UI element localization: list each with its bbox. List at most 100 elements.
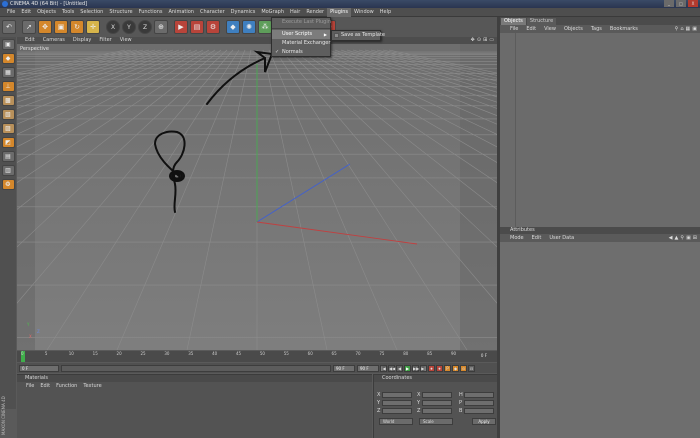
move-view-icon[interactable]: ✥ bbox=[471, 37, 475, 44]
menu-item-save-as-template[interactable]: Save as Template bbox=[332, 31, 385, 40]
objects-menu-view[interactable]: View bbox=[540, 26, 560, 32]
coordinate-system-icon[interactable]: ⊕ bbox=[154, 20, 168, 34]
key-scale-button[interactable]: ⊙ bbox=[460, 364, 467, 372]
rot-b-field[interactable] bbox=[464, 408, 494, 414]
rotate-icon[interactable]: ↻ bbox=[70, 20, 84, 34]
go-to-end-button[interactable]: ▶| bbox=[420, 364, 427, 372]
objects-menu-bookmarks[interactable]: Bookmarks bbox=[606, 26, 642, 32]
render-settings-icon[interactable]: ⚙ bbox=[206, 20, 220, 34]
preview-range-slider[interactable] bbox=[61, 364, 331, 372]
menu-item-material-exchanger[interactable]: Material Exchanger bbox=[272, 39, 330, 48]
coordinate-mode-select[interactable]: World bbox=[379, 418, 413, 425]
maximize-button[interactable]: □ bbox=[676, 0, 686, 7]
search-icon[interactable]: ⚲ bbox=[680, 234, 684, 242]
viewport-menu-edit[interactable]: Edit bbox=[21, 37, 39, 44]
key-rotation-button[interactable]: ◆ bbox=[452, 364, 459, 372]
viewport-menu-cameras[interactable]: Cameras bbox=[39, 37, 69, 44]
timeline-layout-button[interactable]: ⊟ bbox=[468, 364, 475, 372]
menu-item-execute-last-plugin[interactable]: Execute Last Plugin bbox=[272, 18, 331, 27]
previous-frame-button[interactable]: ◀ bbox=[396, 364, 403, 372]
menu-window[interactable]: Window bbox=[351, 8, 377, 17]
array-icon[interactable]: ⁂ bbox=[258, 20, 272, 34]
add-icon[interactable]: ⊞ bbox=[693, 234, 697, 242]
lock-icon[interactable]: ▣ bbox=[686, 234, 691, 242]
rotate-view-icon[interactable]: ⊞ bbox=[483, 37, 487, 44]
viewport-menu-filter[interactable]: Filter bbox=[95, 37, 115, 44]
enable-axis-icon[interactable]: ◩ bbox=[1, 137, 15, 148]
end-frame-field-2[interactable]: 90 F bbox=[357, 364, 379, 372]
subdivision-icon[interactable]: ✺ bbox=[242, 20, 256, 34]
lock-icon[interactable]: ▣ bbox=[692, 25, 697, 33]
select-icon[interactable]: ➚ bbox=[22, 20, 36, 34]
home-icon[interactable]: ⌂ bbox=[680, 25, 683, 33]
play-button[interactable]: ▶ bbox=[404, 364, 411, 372]
menu-mograph[interactable]: MoGraph bbox=[258, 8, 287, 17]
objects-menu-file[interactable]: File bbox=[506, 26, 522, 32]
object-list[interactable] bbox=[500, 33, 700, 227]
menu-help[interactable]: Help bbox=[377, 8, 394, 17]
tweak-mode-icon[interactable]: ▤ bbox=[1, 151, 15, 162]
rot-h-field[interactable] bbox=[464, 392, 494, 398]
start-frame-field[interactable]: 0 F bbox=[19, 364, 59, 372]
objects-menu-edit[interactable]: Edit bbox=[522, 26, 540, 32]
menu-dynamics[interactable]: Dynamics bbox=[228, 8, 259, 17]
object-axis-icon[interactable]: ⊥ bbox=[1, 81, 15, 92]
polygons-mode-icon[interactable]: ▨ bbox=[1, 123, 15, 134]
end-frame-field[interactable]: 90 F bbox=[333, 364, 355, 372]
record-button[interactable]: ⏺ bbox=[428, 364, 435, 372]
key-position-button[interactable]: P bbox=[444, 364, 451, 372]
snap-icon[interactable]: ▥ bbox=[1, 165, 15, 176]
materials-menu-file[interactable]: File bbox=[23, 383, 37, 389]
close-button[interactable]: X bbox=[688, 0, 698, 7]
tab-objects[interactable]: Objects bbox=[501, 18, 526, 25]
toggle-view-icon[interactable]: ▭ bbox=[489, 37, 494, 44]
workplane-icon[interactable]: ❂ bbox=[1, 179, 15, 190]
scale-icon[interactable]: ▣ bbox=[54, 20, 68, 34]
x-axis-icon[interactable]: X bbox=[106, 20, 120, 34]
size-x-field[interactable] bbox=[422, 392, 452, 398]
materials-menu-texture[interactable]: Texture bbox=[80, 383, 104, 389]
menu-edit[interactable]: Edit bbox=[18, 8, 34, 17]
attributes-menu-mode[interactable]: Mode bbox=[506, 235, 528, 241]
viewport-menu-view[interactable]: View bbox=[116, 37, 136, 44]
z-axis-icon[interactable]: Z bbox=[138, 20, 152, 34]
menu-character[interactable]: Character bbox=[197, 8, 228, 17]
attributes-menu-edit[interactable]: Edit bbox=[528, 235, 546, 241]
menu-plugins[interactable]: Plugins bbox=[327, 7, 352, 17]
size-z-field[interactable] bbox=[422, 408, 452, 414]
undo-icon[interactable]: ↶ bbox=[2, 20, 16, 34]
menu-item-user-scripts[interactable]: User Scripts ▶ bbox=[272, 30, 330, 39]
menu-animation[interactable]: Animation bbox=[165, 8, 197, 17]
search-icon[interactable]: ⚲ bbox=[675, 25, 679, 33]
size-y-field[interactable] bbox=[422, 400, 452, 406]
menu-functions[interactable]: Functions bbox=[136, 8, 166, 17]
perspective-viewport[interactable]: Y Z X Perspective bbox=[17, 44, 497, 350]
menu-hair[interactable]: Hair bbox=[287, 8, 303, 17]
menu-tools[interactable]: Tools bbox=[59, 8, 77, 17]
previous-key-button[interactable]: ◀◀ bbox=[388, 364, 395, 372]
pos-x-field[interactable] bbox=[382, 392, 412, 398]
apply-button[interactable]: Apply bbox=[472, 418, 496, 425]
y-axis-icon[interactable]: Y bbox=[122, 20, 136, 34]
menu-structure[interactable]: Structure bbox=[106, 8, 135, 17]
materials-menu-function[interactable]: Function bbox=[53, 383, 80, 389]
objects-menu-objects[interactable]: Objects bbox=[560, 26, 587, 32]
timeline-ruler[interactable]: 0 5 10 15 20 25 30 35 40 45 50 55 60 65 70 75 80 85 90 0 F bbox=[17, 351, 497, 362]
menu-item-normals[interactable]: ✓ Normals bbox=[272, 48, 330, 57]
texture-mode-icon[interactable]: ▦ bbox=[1, 67, 15, 78]
render-view-icon[interactable]: ▶ bbox=[174, 20, 188, 34]
menu-render[interactable]: Render bbox=[303, 8, 327, 17]
autokey-button[interactable]: ⏺ bbox=[436, 364, 443, 372]
move-icon[interactable]: ✥ bbox=[38, 20, 52, 34]
points-mode-icon[interactable]: ▩ bbox=[1, 95, 15, 106]
materials-menu-edit[interactable]: Edit bbox=[37, 383, 53, 389]
menu-file[interactable]: File bbox=[4, 8, 18, 17]
back-icon[interactable]: ◀ bbox=[669, 234, 673, 242]
size-mode-select[interactable]: Scale bbox=[419, 418, 453, 425]
model-mode-icon[interactable]: ◆ bbox=[1, 53, 15, 64]
go-to-start-button[interactable]: |◀ bbox=[380, 364, 387, 372]
grid-icon[interactable]: ▦ bbox=[686, 25, 691, 33]
zoom-view-icon[interactable]: ⊙ bbox=[477, 37, 481, 44]
pos-y-field[interactable] bbox=[382, 400, 412, 406]
render-picture-viewer-icon[interactable]: ▤ bbox=[190, 20, 204, 34]
